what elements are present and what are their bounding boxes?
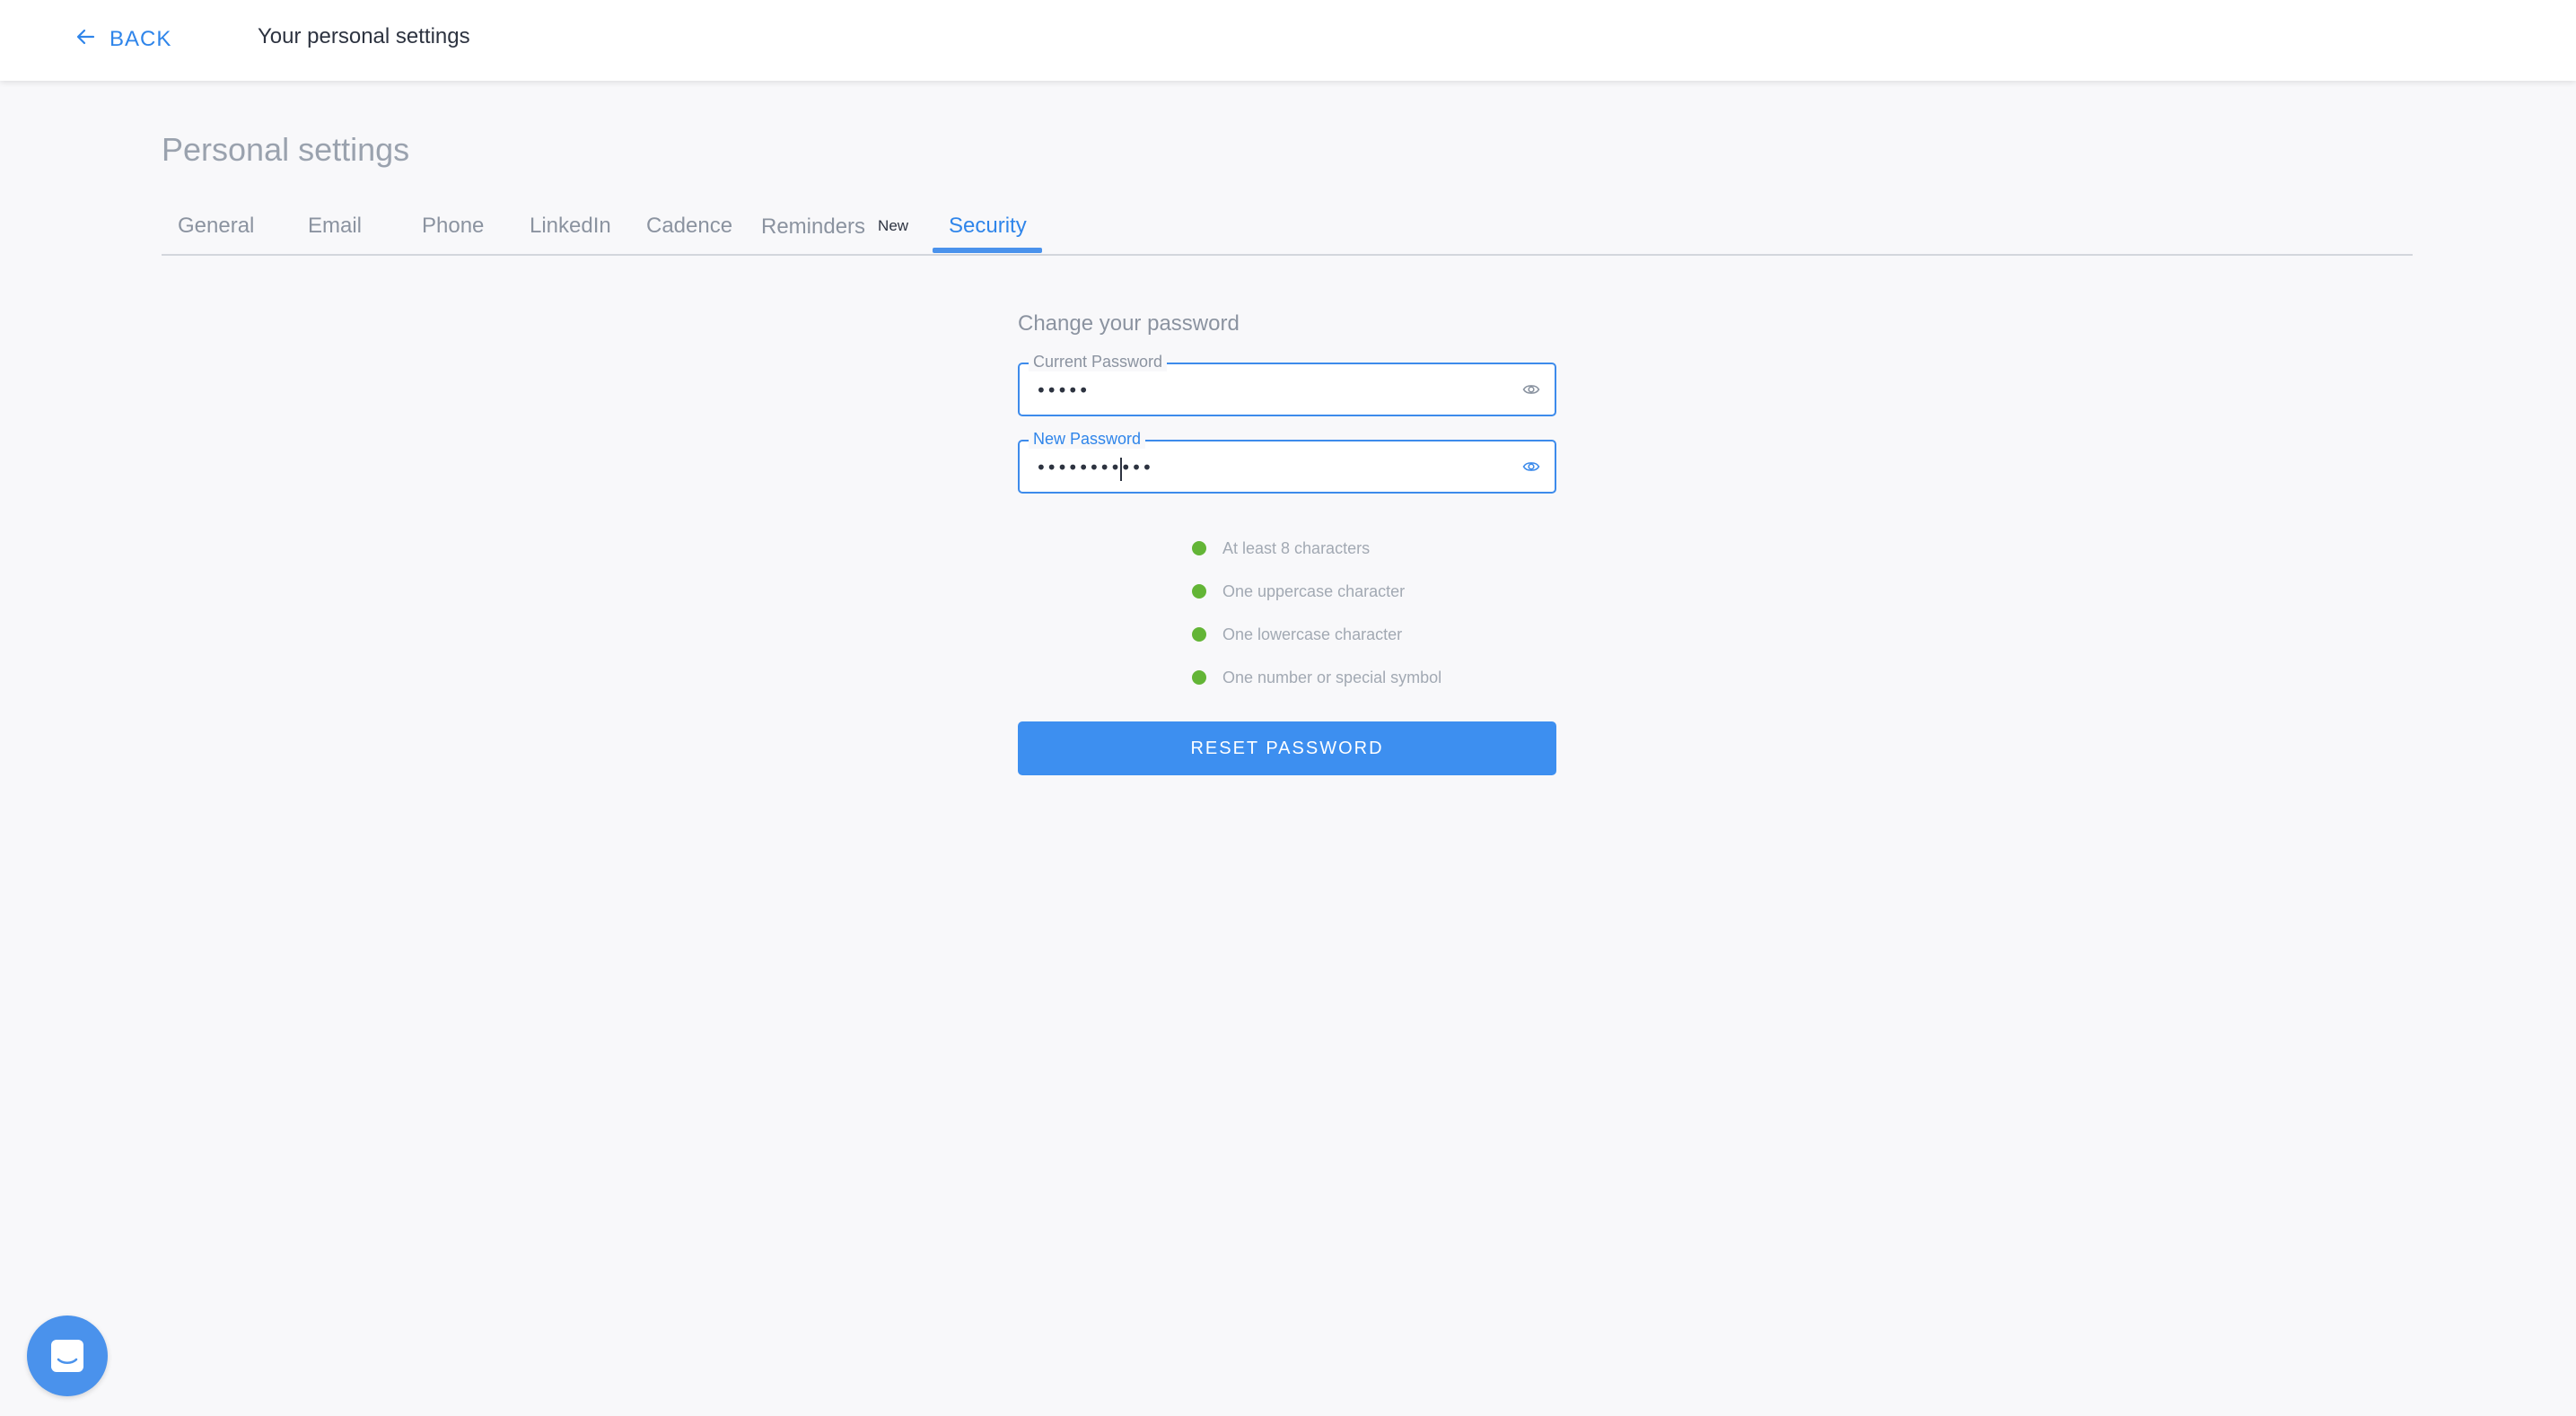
tab-cadence[interactable]: Cadence bbox=[646, 213, 732, 240]
page-title: Personal settings bbox=[162, 131, 410, 168]
new-badge: New bbox=[878, 217, 909, 234]
new-password-input[interactable] bbox=[1036, 454, 1503, 481]
tab-linkedin[interactable]: LinkedIn bbox=[530, 213, 611, 240]
requirement-text: One uppercase character bbox=[1222, 581, 1406, 600]
new-password-field: New Password bbox=[1018, 429, 1556, 494]
back-button[interactable]: BACK bbox=[75, 22, 171, 57]
tab-general[interactable]: General bbox=[178, 213, 254, 240]
arrow-left-icon bbox=[75, 26, 97, 54]
back-label: BACK bbox=[110, 27, 172, 51]
settings-tabs: General Email Phone LinkedIn Cadence Rem… bbox=[162, 202, 2413, 256]
current-password-field: Current Password bbox=[1018, 352, 1556, 416]
requirement-item: One uppercase character bbox=[1192, 580, 1551, 603]
chat-bubble-icon bbox=[48, 1336, 87, 1376]
text-caret bbox=[1120, 458, 1122, 481]
tab-security[interactable]: Security bbox=[949, 213, 1027, 240]
check-dot-icon bbox=[1192, 670, 1206, 685]
new-password-label: New Password bbox=[1029, 429, 1146, 449]
requirement-text: At least 8 characters bbox=[1222, 538, 1371, 557]
requirement-item: One lowercase character bbox=[1192, 623, 1551, 646]
tab-reminders-label: Reminders bbox=[761, 214, 866, 239]
tab-email[interactable]: Email bbox=[308, 213, 362, 240]
requirement-item: One number or special symbol bbox=[1192, 666, 1551, 689]
eye-icon[interactable] bbox=[1522, 459, 1540, 475]
change-password-heading: Change your password bbox=[1018, 311, 1240, 336]
requirement-text: One lowercase character bbox=[1222, 625, 1403, 643]
tab-phone[interactable]: Phone bbox=[422, 213, 484, 240]
chat-launcher-button[interactable] bbox=[27, 1315, 108, 1396]
eye-icon[interactable] bbox=[1522, 381, 1540, 398]
current-password-input[interactable] bbox=[1036, 377, 1503, 404]
active-tab-indicator bbox=[933, 248, 1042, 253]
reset-password-button[interactable]: RESET PASSWORD bbox=[1018, 721, 1556, 775]
check-dot-icon bbox=[1192, 627, 1206, 642]
check-dot-icon bbox=[1192, 584, 1206, 599]
top-bar: BACK Your personal settings bbox=[0, 0, 2576, 81]
requirement-text: One number or special symbol bbox=[1222, 668, 1442, 686]
current-password-label: Current Password bbox=[1029, 352, 1168, 371]
requirement-item: At least 8 characters bbox=[1192, 537, 1551, 560]
header-title: Your personal settings bbox=[258, 24, 470, 48]
tab-reminders[interactable]: Reminders New bbox=[761, 213, 908, 240]
check-dot-icon bbox=[1192, 541, 1206, 555]
